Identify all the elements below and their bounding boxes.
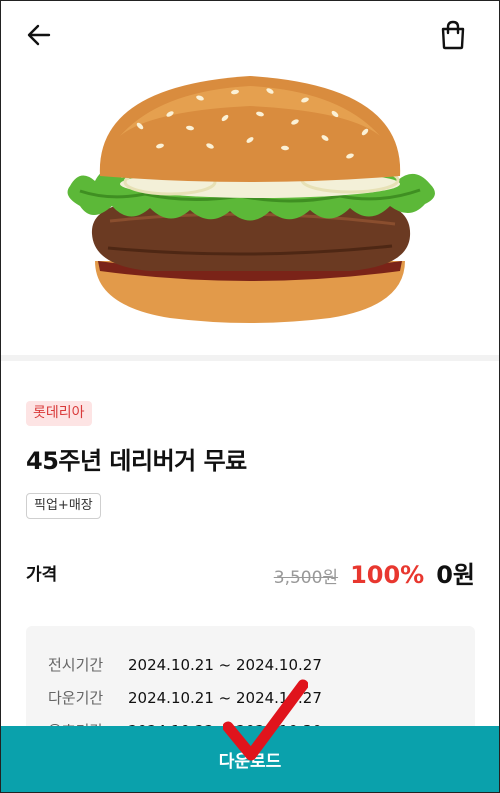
info-value: 2024.10.21 ~ 2024.10.27 <box>128 688 322 707</box>
price-label: 가격 <box>26 564 58 585</box>
discount-rate: 100% <box>350 560 425 589</box>
price-values: 3,500원 100% 0원 <box>274 555 475 590</box>
section-divider <box>1 355 499 361</box>
shopping-bag-button[interactable] <box>435 17 471 53</box>
shopping-bag-icon <box>441 20 465 50</box>
service-type-tag: 픽업+매장 <box>26 493 101 519</box>
info-label: 다운기간 <box>48 689 104 707</box>
original-price: 3,500원 <box>273 567 339 588</box>
product-title: 45주년 데리버거 무료 <box>26 447 247 475</box>
brand-badge: 롯데리아 <box>26 401 92 426</box>
burger-image <box>67 76 435 323</box>
arrow-left-icon <box>27 24 51 46</box>
download-button[interactable]: 다운로드 <box>1 726 499 792</box>
info-row-download-period: 다운기간 2024.10.21 ~ 2024.10.27 <box>48 681 453 714</box>
info-value: 2024.10.21 ~ 2024.10.27 <box>128 655 322 674</box>
download-button-label: 다운로드 <box>218 751 282 772</box>
info-label: 전시기간 <box>48 656 104 674</box>
back-button[interactable] <box>21 17 57 53</box>
product-image <box>1 51 499 351</box>
info-row-display-period: 전시기간 2024.10.21 ~ 2024.10.27 <box>48 648 453 681</box>
price-row: 가격 3,500원 100% 0원 <box>26 555 475 590</box>
final-price: 0원 <box>436 560 475 589</box>
